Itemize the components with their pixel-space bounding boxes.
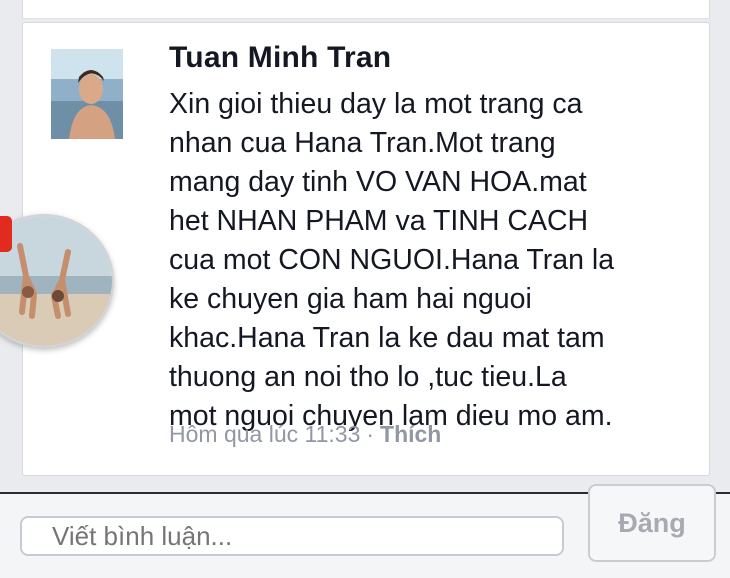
notification-badge <box>0 216 12 252</box>
post-button[interactable]: Đăng <box>588 484 716 562</box>
author-avatar[interactable] <box>51 49 123 139</box>
comment-timestamp[interactable]: Hôm qua lúc 11:33 <box>169 421 360 447</box>
comment-author[interactable]: Tuan Minh Tran <box>169 41 391 75</box>
comment-card: Tuan Minh Tran Xin gioi thieu day la mot… <box>22 22 710 476</box>
comment-text: Xin gioi thieu day la mot trang ca nhan … <box>169 88 615 432</box>
like-link[interactable]: Thích <box>380 421 441 447</box>
comment-meta: Hôm qua lúc 11:33 · Thích <box>169 421 441 448</box>
comment-input[interactable] <box>20 516 564 556</box>
comment-composer: Đăng <box>0 484 730 578</box>
previous-comment-edge <box>22 0 710 19</box>
meta-separator: · <box>366 421 375 447</box>
